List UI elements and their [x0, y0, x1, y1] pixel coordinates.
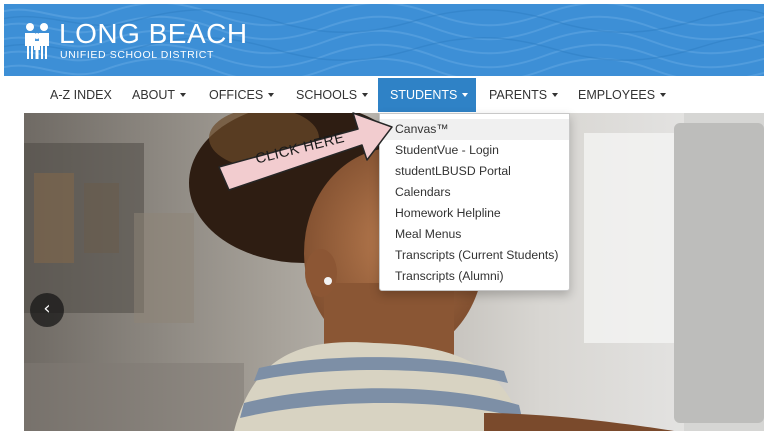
- menu-item-homework-helpline[interactable]: Homework Helpline: [380, 203, 569, 224]
- logo-title: LONG BEACH: [59, 18, 248, 49]
- nav-item-label: PARENTS: [489, 88, 548, 102]
- page: LONG BEACH UNIFIED SCHOOL DISTRICT A-Z I…: [0, 0, 764, 431]
- nav-item-label: SCHOOLS: [296, 88, 358, 102]
- menu-item-studentvue-login[interactable]: StudentVue - Login: [380, 140, 569, 161]
- menu-item-studentlbusd-portal[interactable]: studentLBUSD Portal: [380, 161, 569, 182]
- caret-down-icon: [552, 92, 559, 97]
- menu-item-meal-menus[interactable]: Meal Menus: [380, 224, 569, 245]
- nav-item-a-z-index[interactable]: A-Z INDEX: [42, 78, 120, 112]
- caret-down-icon: [462, 92, 469, 97]
- logo-subtitle: UNIFIED SCHOOL DISTRICT: [60, 49, 215, 61]
- nav-item-label: A-Z INDEX: [50, 88, 112, 102]
- nav-item-employees[interactable]: EMPLOYEES: [570, 78, 674, 112]
- nav-item-label: ABOUT: [132, 88, 176, 102]
- site-header: LONG BEACH UNIFIED SCHOOL DISTRICT: [4, 4, 764, 76]
- caret-down-icon: [268, 92, 275, 97]
- nav-item-parents[interactable]: PARENTS: [481, 78, 566, 112]
- nav-item-students[interactable]: STUDENTS: [378, 78, 476, 112]
- caret-down-icon: [660, 92, 667, 97]
- nav-item-label: EMPLOYEES: [578, 88, 656, 102]
- carousel-prev-button[interactable]: ‹: [30, 293, 64, 327]
- menu-item-transcripts-alumni[interactable]: Transcripts (Alumni): [380, 266, 569, 287]
- caret-down-icon: [180, 92, 187, 97]
- nav-item-label: OFFICES: [209, 88, 264, 102]
- menu-item-calendars[interactable]: Calendars: [380, 182, 569, 203]
- chevron-left-icon: ‹: [43, 298, 51, 319]
- nav-item-about[interactable]: ABOUT: [124, 78, 194, 112]
- caret-down-icon: [362, 92, 369, 97]
- main-nav: A-Z INDEX ABOUT OFFICES SCHOOLS STUDENTS…: [0, 78, 764, 112]
- menu-item-transcripts-current[interactable]: Transcripts (Current Students): [380, 245, 569, 266]
- nav-item-schools[interactable]: SCHOOLS: [288, 78, 376, 112]
- family-logo-icon: [25, 23, 49, 59]
- district-logo[interactable]: LONG BEACH UNIFIED SCHOOL DISTRICT: [22, 18, 252, 64]
- students-dropdown-menu: Canvas™ StudentVue - Login studentLBUSD …: [379, 113, 570, 291]
- menu-item-canvas[interactable]: Canvas™: [380, 119, 569, 140]
- nav-item-offices[interactable]: OFFICES: [201, 78, 282, 112]
- nav-item-label: STUDENTS: [390, 88, 458, 102]
